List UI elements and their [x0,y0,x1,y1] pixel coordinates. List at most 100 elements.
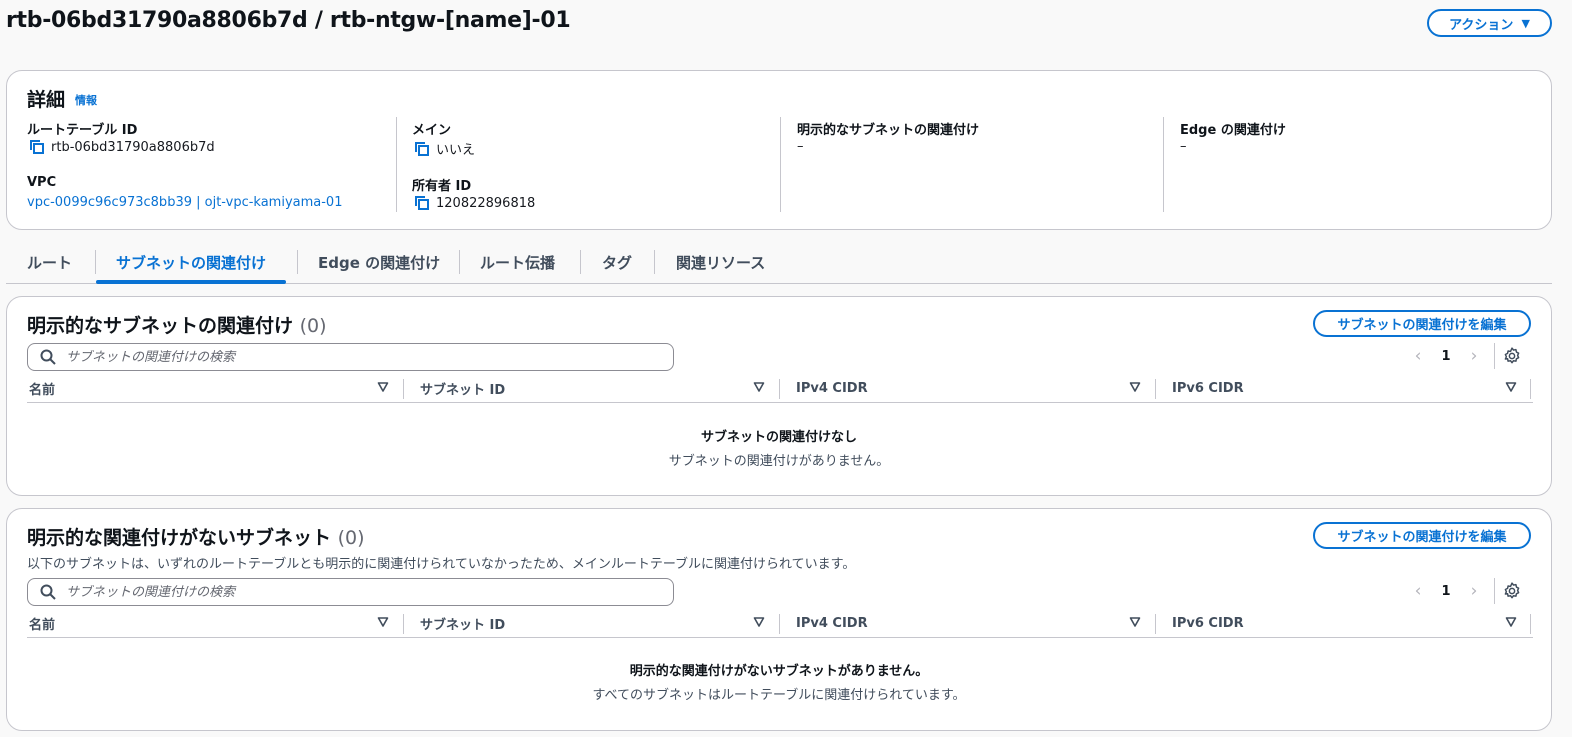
section-description: 以下のサブネットは、いずれのルートテーブルとも明示的に関連付けられていなかったた… [27,557,856,572]
caret-down-icon: ▼ [1521,16,1530,30]
tab-divider [297,250,298,274]
vpc-label: VPC [27,175,57,190]
search-field[interactable] [27,343,674,371]
tab-edge-associations[interactable]: Edge の関連付け [318,242,440,283]
chevron-left-icon[interactable]: ‹ [1404,581,1432,601]
main-label: メイン [412,123,452,138]
pagination: ‹ 1 › [1404,343,1521,369]
explicit-associations-panel: 明示的なサブネットの関連付け (0) サブネットの関連付けを編集 ‹ 1 › 名… [6,296,1552,496]
column-ipv6-cidr[interactable]: IPv6 CIDR [1172,610,1244,636]
actions-button-label: アクション [1449,17,1514,33]
sort-icon[interactable] [377,381,389,393]
empty-state-message: すべてのサブネットはルートテーブルに関連付けられています。 [592,688,966,703]
pagination: ‹ 1 › [1404,578,1521,604]
empty-state-title: サブネットの関連付けなし [700,430,857,445]
column-divider [1155,379,1156,399]
vpc-link[interactable]: vpc-0099c96c973c8bb39 | ojt-vpc-kamiyama… [27,195,342,210]
column-divider [1155,614,1156,634]
search-input[interactable] [66,349,673,365]
column-name[interactable]: 名前 [29,375,55,401]
column-ipv6-cidr[interactable]: IPv6 CIDR [1172,375,1244,401]
section-count: (0) [337,527,365,549]
owner-id-label: 所有者 ID [412,179,472,194]
sort-icon[interactable] [1129,381,1141,393]
chevron-right-icon[interactable]: › [1460,581,1488,601]
tab-routes[interactable]: ルート [27,242,72,283]
copy-icon[interactable] [29,139,45,155]
empty-state-title: 明示的な関連付けがないサブネットがありません。 [629,664,929,679]
sort-icon[interactable] [377,616,389,628]
column-subnet-id[interactable]: サブネット ID [420,610,505,636]
pager-divider [1494,343,1495,369]
tab-divider [654,250,655,274]
section-count: (0) [299,315,327,337]
implicit-associations-panel: 明示的な関連付けがないサブネット (0) 以下のサブネットは、いずれのルートテー… [6,508,1552,731]
gear-icon[interactable] [1503,347,1521,365]
column-subnet-id[interactable]: サブネット ID [420,375,505,401]
sort-icon[interactable] [1505,616,1517,628]
search-icon [40,584,56,600]
column-divider [1530,379,1531,399]
explicit-assoc-label: 明示的なサブネットの関連付け [797,123,980,138]
owner-id-text: 120822896818 [436,195,536,211]
section-title-text: 明示的なサブネットの関連付け [27,315,294,337]
search-icon [40,349,56,365]
info-link[interactable]: 情報 [75,92,97,108]
edge-assoc-label: Edge の関連付け [1180,123,1286,138]
actions-button[interactable]: アクション ▼ [1427,9,1552,37]
column-divider [403,379,404,399]
column-divider [779,379,780,399]
column-ipv4-cidr[interactable]: IPv4 CIDR [796,375,868,401]
tab-divider [580,250,581,274]
edit-subnet-associations-button[interactable]: サブネットの関連付けを編集 [1313,522,1531,549]
pager-divider [1494,578,1495,604]
tab-bar: ルート サブネットの関連付け Edge の関連付け ルート伝播 タグ 関連リソー… [6,242,1552,284]
owner-id-value: 120822896818 [414,195,535,211]
details-column-3: 明示的なサブネットの関連付け – [780,117,1150,212]
section-title: 明示的な関連付けがないサブネット (0) [27,523,365,550]
sort-icon[interactable] [1129,616,1141,628]
table-header: 名前 サブネット ID IPv4 CIDR IPv6 CIDR [27,375,1533,403]
sort-icon[interactable] [1505,381,1517,393]
search-field[interactable] [27,578,674,606]
tab-divider [95,250,96,274]
page-number[interactable]: 1 [1432,584,1460,599]
route-table-id-label: ルートテーブル ID [27,123,138,138]
empty-state-message: サブネットの関連付けがありません。 [668,454,890,469]
search-input[interactable] [66,584,673,600]
edit-subnet-associations-button[interactable]: サブネットの関連付けを編集 [1313,310,1531,337]
page-title: rtb-06bd31790a8806b7d / rtb-ntgw-[name]-… [6,8,571,33]
sort-icon[interactable] [753,381,765,393]
copy-icon[interactable] [414,141,430,157]
page-number[interactable]: 1 [1432,349,1460,364]
chevron-left-icon[interactable]: ‹ [1404,346,1432,366]
route-table-id-value: rtb-06bd31790a8806b7d [29,139,215,155]
main-value: いいえ [414,139,475,158]
route-table-id-text: rtb-06bd31790a8806b7d [51,139,215,155]
table-header: 名前 サブネット ID IPv4 CIDR IPv6 CIDR [27,610,1533,638]
section-title: 明示的なサブネットの関連付け (0) [27,311,327,338]
gear-icon[interactable] [1503,582,1521,600]
tab-route-propagation[interactable]: ルート伝播 [480,242,555,283]
main-text: いいえ [436,143,476,158]
column-ipv4-cidr[interactable]: IPv4 CIDR [796,610,868,636]
chevron-right-icon[interactable]: › [1460,346,1488,366]
details-column-4: Edge の関連付け – [1163,117,1533,212]
details-column-2: メイン いいえ 所有者 ID 120822896818 [396,117,766,212]
details-panel: 詳細 情報 ルートテーブル ID rtb-06bd31790a8806b7d V… [6,70,1552,230]
copy-icon[interactable] [414,195,430,211]
column-divider [779,614,780,634]
details-column-1: ルートテーブル ID rtb-06bd31790a8806b7d VPC vpc… [27,117,397,212]
section-title-text: 明示的な関連付けがないサブネット [27,527,332,549]
sort-icon[interactable] [753,616,765,628]
tab-divider [459,250,460,274]
explicit-assoc-value: – [797,139,804,154]
tab-tags[interactable]: タグ [602,242,632,283]
details-title: 詳細 [27,89,66,111]
column-divider [1530,614,1531,634]
edge-assoc-value: – [1180,139,1187,154]
column-name[interactable]: 名前 [29,610,55,636]
column-divider [403,614,404,634]
tab-subnet-associations[interactable]: サブネットの関連付け [95,242,287,284]
tab-related-resources[interactable]: 関連リソース [676,242,765,283]
